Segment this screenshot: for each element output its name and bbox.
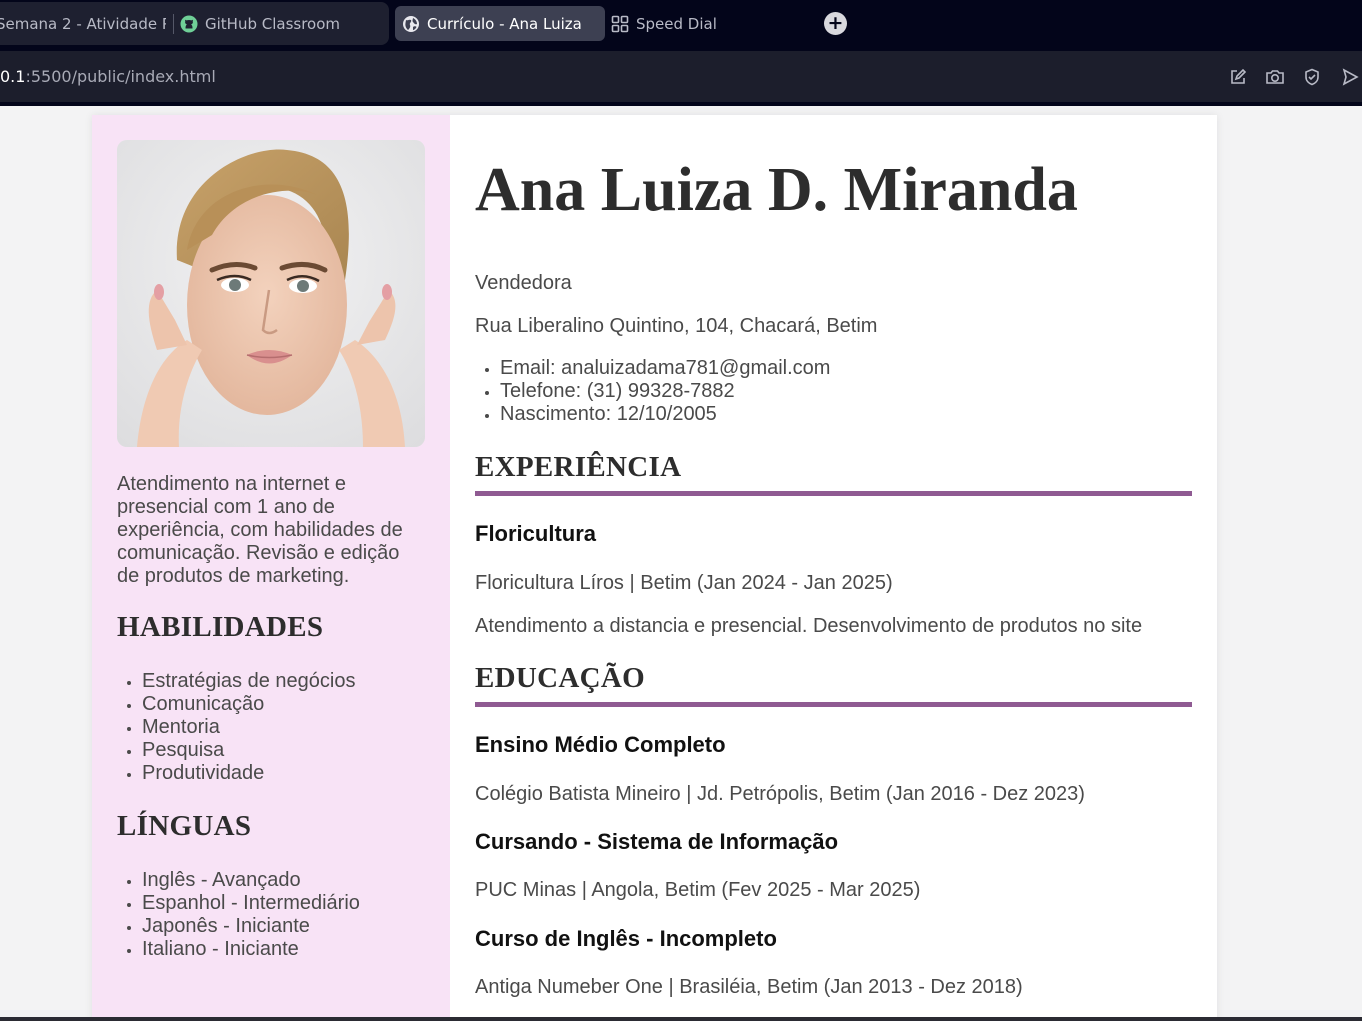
contact-birthdate: Nascimento: 12/10/2005 bbox=[500, 403, 830, 426]
tab-github-classroom[interactable]: GitHub Classroom bbox=[180, 6, 380, 42]
experience-place: Floricultura Líros | Betim (Jan 2024 - J… bbox=[475, 572, 893, 594]
shield-icon[interactable] bbox=[1301, 66, 1323, 88]
education-place: PUC Minas | Angola, Betim (Fev 2025 - Ma… bbox=[475, 879, 921, 901]
list-item: Espanhol - Intermediário bbox=[142, 892, 360, 915]
section-divider bbox=[475, 491, 1192, 496]
tab-separator bbox=[173, 14, 174, 34]
education-heading: EDUCAÇÃO bbox=[475, 662, 645, 694]
tab-label: Speed Dial bbox=[636, 15, 717, 33]
languages-heading: LÍNGUAS bbox=[117, 810, 252, 842]
tab-label: Currículo - Ana Luiza bbox=[427, 14, 582, 33]
experience-title: Floricultura bbox=[475, 521, 597, 546]
job-role: Vendedora bbox=[475, 272, 572, 294]
tab-label: GitHub Classroom bbox=[205, 15, 341, 33]
page-title: Ana Luiza D. Miranda bbox=[475, 156, 1078, 224]
skills-list: Estratégias de negócios Comunicação Ment… bbox=[142, 670, 355, 785]
education-place: Antiga Numeber One | Brasiléia, Betim (J… bbox=[475, 976, 1023, 998]
tab-speed-dial[interactable]: Speed Dial bbox=[611, 6, 791, 42]
list-item: Italiano - Iniciante bbox=[142, 938, 360, 961]
experience-description: Atendimento a distancia e presencial. De… bbox=[475, 615, 1143, 637]
resume-main: Ana Luiza D. Miranda Vendedora Rua Liber… bbox=[475, 115, 1192, 1021]
new-tab-button[interactable]: + bbox=[824, 12, 847, 35]
experience-heading: EXPERIÊNCIA bbox=[475, 451, 682, 483]
speed-dial-grid-icon bbox=[611, 15, 629, 33]
section-divider bbox=[475, 702, 1192, 707]
list-item: Produtividade bbox=[142, 762, 355, 785]
edit-icon[interactable] bbox=[1227, 66, 1249, 88]
list-item: Pesquisa bbox=[142, 739, 355, 762]
skills-heading: HABILIDADES bbox=[117, 611, 324, 643]
resume-sidebar: Atendimento na internet e presencial com… bbox=[92, 115, 450, 1021]
resume-container: Atendimento na internet e presencial com… bbox=[92, 115, 1217, 1021]
contact-email: Email: analuizadama781@gmail.com bbox=[500, 357, 830, 380]
contact-list: Email: analuizadama781@gmail.com Telefon… bbox=[500, 357, 830, 426]
tab-bar: Semana 2 - Atividade Prát GitHub Classro… bbox=[0, 0, 1362, 51]
list-item: Inglês - Avançado bbox=[142, 869, 360, 892]
contact-phone: Telefone: (31) 99328-7882 bbox=[500, 380, 830, 403]
page-viewport: Atendimento na internet e presencial com… bbox=[0, 106, 1362, 1021]
profile-photo bbox=[117, 140, 425, 447]
github-icon bbox=[180, 15, 198, 33]
address-bar: 0.1:5500/public/index.html bbox=[0, 51, 1362, 102]
about-text: Atendimento na internet e presencial com… bbox=[117, 473, 403, 587]
list-item: Japonês - Iniciante bbox=[142, 915, 360, 938]
url-host: 0.1 bbox=[0, 67, 26, 86]
tab-label: Semana 2 - Atividade Prát bbox=[0, 15, 166, 33]
url-path: :5500/public/index.html bbox=[25, 67, 216, 86]
education-title: Cursando - Sistema de Informação bbox=[475, 829, 839, 854]
education-title: Ensino Médio Completo bbox=[475, 732, 726, 757]
address-text: Rua Liberalino Quintino, 104, Chacará, B… bbox=[475, 315, 878, 337]
list-item: Mentoria bbox=[142, 716, 355, 739]
languages-list: Inglês - Avançado Espanhol - Intermediár… bbox=[142, 869, 360, 961]
education-place: Colégio Batista Mineiro | Jd. Petrópolis… bbox=[475, 783, 1085, 805]
send-icon[interactable] bbox=[1339, 66, 1361, 88]
camera-icon[interactable] bbox=[1264, 66, 1286, 88]
url-field[interactable]: 0.1:5500/public/index.html bbox=[0, 67, 216, 86]
globe-icon bbox=[402, 15, 420, 33]
tab-semana-2[interactable]: Semana 2 - Atividade Prát bbox=[0, 6, 166, 42]
list-item: Estratégias de negócios bbox=[142, 670, 355, 693]
list-item: Comunicação bbox=[142, 693, 355, 716]
window-bottom-border bbox=[0, 1017, 1362, 1021]
education-title: Curso de Inglês - Incompleto bbox=[475, 926, 777, 951]
tab-curriculo[interactable]: Currículo - Ana Luiza bbox=[395, 6, 605, 41]
